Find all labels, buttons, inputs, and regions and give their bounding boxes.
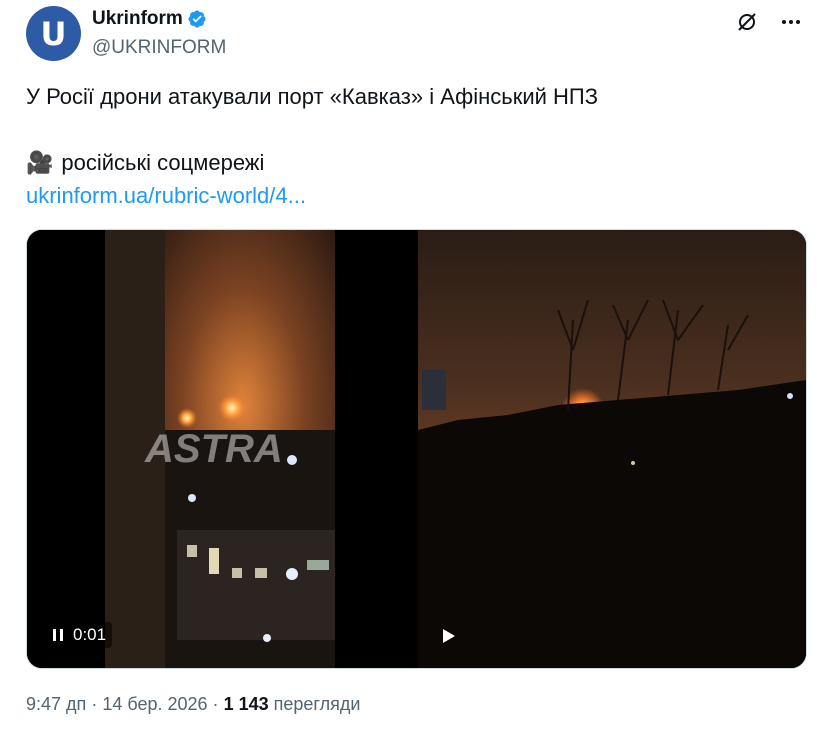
film-camera-icon: 🎥 <box>26 150 54 175</box>
video-left-frame: ASTRA <box>27 230 415 668</box>
more-icon[interactable] <box>779 10 803 34</box>
tweet-link[interactable]: ukrinform.ua/rubric-world/4... <box>26 183 306 209</box>
tweet-text-line1: У Росії дрони атакували порт «Кавказ» і … <box>26 84 599 109</box>
video-left[interactable]: ASTRA 0:01 <box>27 230 415 668</box>
handle[interactable]: @UKRINFORM <box>92 37 226 59</box>
avatar[interactable]: U <box>26 6 81 61</box>
play-icon[interactable] <box>438 626 458 646</box>
tweet-meta: 9:47 дп · 14 бер. 2026 · 1 143 перегляди <box>26 694 360 715</box>
display-name[interactable]: Ukrinform <box>92 8 207 30</box>
video-timestamp: 0:01 <box>73 625 107 644</box>
tweet-time[interactable]: 9:47 дп <box>26 694 86 714</box>
media-grid: ASTRA 0:01 <box>26 229 807 669</box>
astra-watermark: ASTRA <box>144 427 283 471</box>
display-name-text[interactable]: Ukrinform <box>92 8 183 30</box>
video-right-frame <box>418 230 806 668</box>
avatar-logo: U <box>40 14 67 53</box>
tweet-text-line2: 🎥 російські соцмережі <box>26 150 264 176</box>
verified-badge-icon <box>188 10 206 28</box>
meta-separator: · <box>212 694 219 714</box>
views-count: 1 143 <box>223 694 269 714</box>
grok-icon[interactable] <box>735 10 759 34</box>
meta-separator: · <box>91 694 98 714</box>
video-controls[interactable]: 0:01 <box>45 622 113 648</box>
pause-icon[interactable] <box>51 628 65 642</box>
video-right[interactable] <box>418 230 806 668</box>
tweet: U Ukrinform @UKRINFORM У Росії дрони ата… <box>0 0 817 732</box>
views-label: перегляди <box>273 694 361 714</box>
tweet-date[interactable]: 14 бер. 2026 <box>102 694 207 714</box>
top-actions <box>735 10 803 34</box>
tweet-text-line2-label: російські соцмережі <box>61 150 265 175</box>
